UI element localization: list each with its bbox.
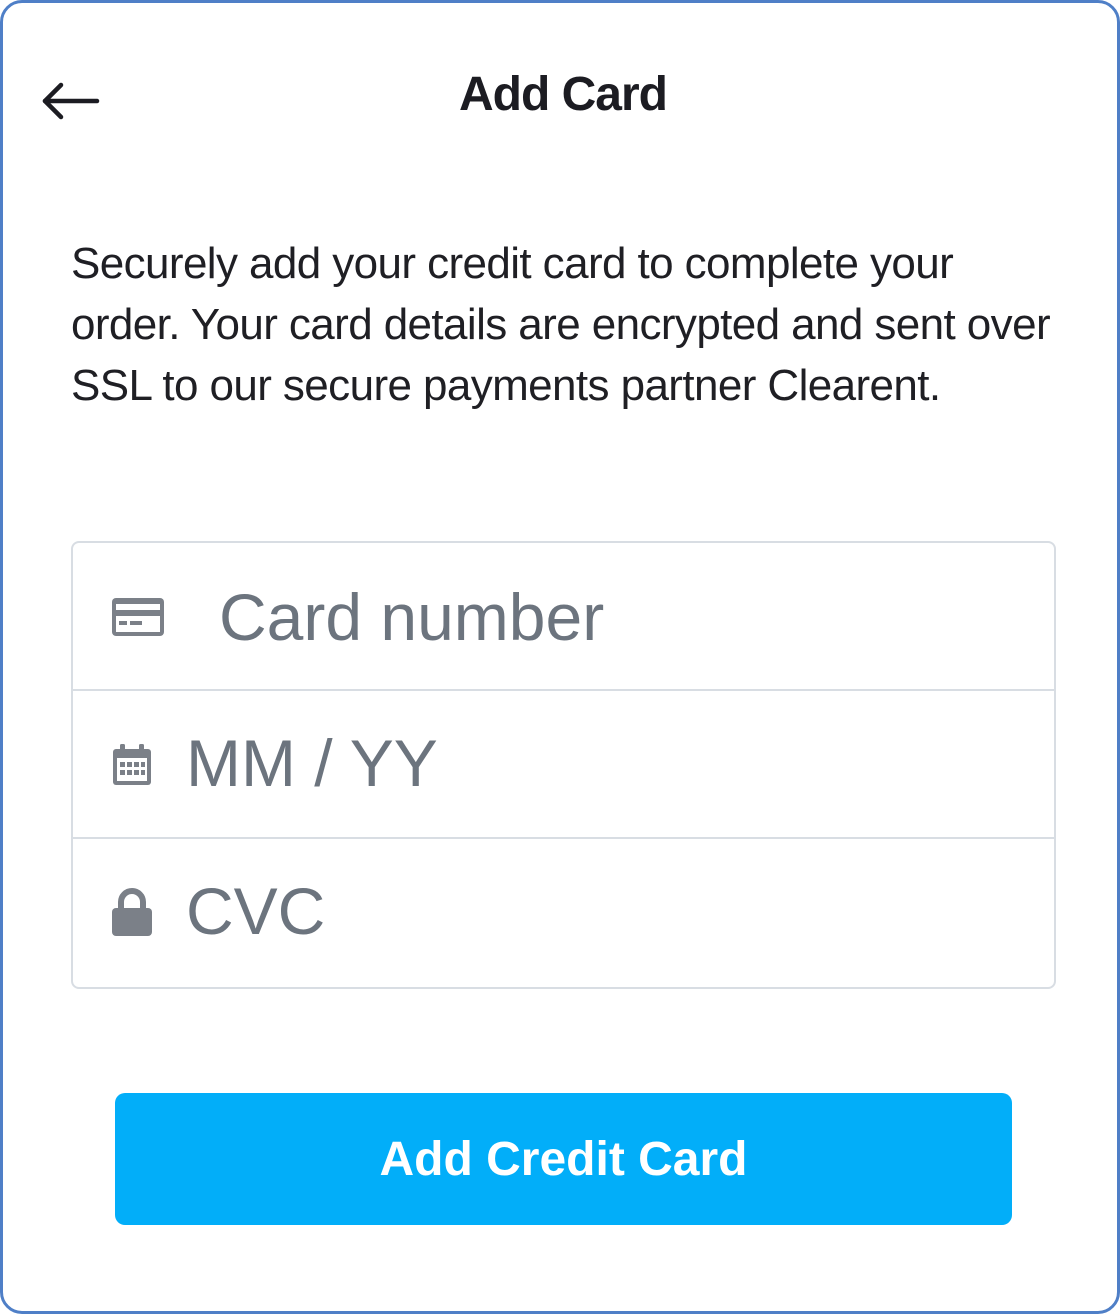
card-number-input[interactable] <box>219 572 919 662</box>
add-card-screen: Add Card Securely add your credit card t… <box>0 0 1120 1314</box>
card-number-field[interactable] <box>73 543 1054 691</box>
page-title: Add Card <box>459 68 668 121</box>
add-credit-card-button[interactable]: Add Credit Card <box>115 1093 1012 1225</box>
expiry-input[interactable] <box>186 718 886 808</box>
calendar-icon <box>111 743 153 787</box>
security-description: Securely add your credit card to complet… <box>71 239 1051 410</box>
lock-icon <box>111 887 153 937</box>
expiry-field[interactable] <box>73 691 1054 839</box>
cvc-input[interactable] <box>186 866 886 956</box>
credit-card-icon <box>111 597 165 637</box>
cvc-field[interactable] <box>73 839 1054 987</box>
card-details-form <box>71 541 1056 989</box>
